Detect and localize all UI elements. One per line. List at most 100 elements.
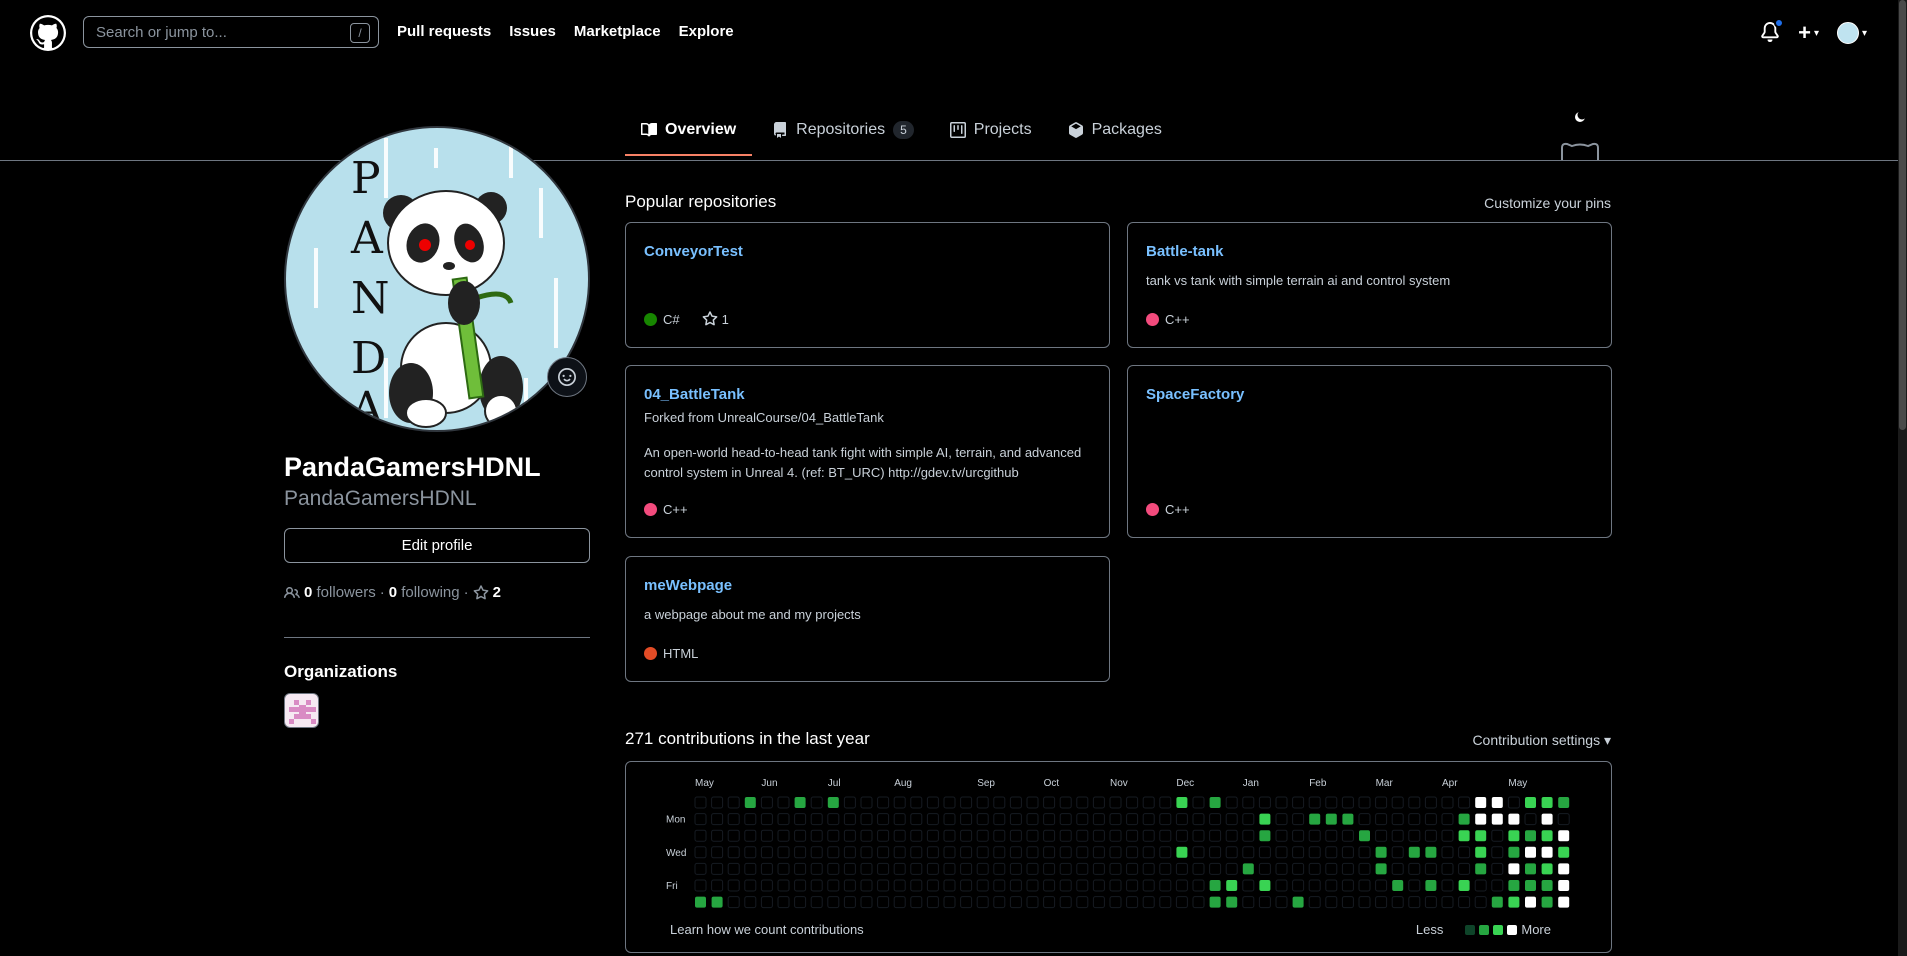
contribution-day[interactable] xyxy=(1043,796,1056,809)
contribution-day[interactable] xyxy=(1026,879,1039,892)
contribution-day[interactable] xyxy=(1043,896,1056,909)
contribution-day[interactable] xyxy=(976,862,989,875)
contribution-day[interactable] xyxy=(1275,862,1288,875)
nav-issues[interactable]: Issues xyxy=(509,23,556,40)
search-input[interactable]: Search or jump to... / xyxy=(83,16,379,48)
contribution-day[interactable] xyxy=(744,829,757,842)
contribution-day[interactable] xyxy=(1391,813,1404,826)
contribution-day[interactable] xyxy=(1109,896,1122,909)
contribution-day[interactable] xyxy=(976,813,989,826)
contribution-day[interactable] xyxy=(1424,862,1437,875)
contribution-day[interactable] xyxy=(827,896,840,909)
contribution-day[interactable] xyxy=(727,862,740,875)
contribution-day[interactable] xyxy=(1391,796,1404,809)
contribution-day[interactable] xyxy=(1424,813,1437,826)
contribution-day[interactable] xyxy=(1375,879,1388,892)
contribution-day[interactable] xyxy=(1441,846,1454,859)
contribution-day[interactable] xyxy=(827,879,840,892)
contribution-day[interactable] xyxy=(1258,796,1271,809)
contribution-day[interactable] xyxy=(1541,797,1553,808)
contribution-day[interactable] xyxy=(1475,813,1487,825)
contribution-day[interactable] xyxy=(1209,896,1221,908)
contribution-day[interactable] xyxy=(777,879,790,892)
contribution-day[interactable] xyxy=(827,813,840,826)
contribution-day[interactable] xyxy=(1458,813,1470,825)
contribution-day[interactable] xyxy=(1142,813,1155,826)
contribution-day[interactable] xyxy=(1341,896,1354,909)
notifications-bell-icon[interactable] xyxy=(1760,18,1785,45)
contribution-day[interactable] xyxy=(1558,797,1570,808)
contribution-settings-dropdown[interactable]: Contribution settings ▾ xyxy=(1472,732,1611,749)
contribution-day[interactable] xyxy=(1508,863,1520,875)
contribution-day[interactable] xyxy=(1009,846,1022,859)
contribution-day[interactable] xyxy=(993,813,1006,826)
contribution-day[interactable] xyxy=(976,896,989,909)
contribution-day[interactable] xyxy=(1508,846,1520,858)
contribution-day[interactable] xyxy=(860,796,873,809)
contribution-day[interactable] xyxy=(760,879,773,892)
contribution-day[interactable] xyxy=(1325,829,1338,842)
create-new-menu[interactable]: + ▾ xyxy=(1798,20,1819,46)
contribution-day[interactable] xyxy=(943,829,956,842)
contribution-day[interactable] xyxy=(694,796,707,809)
contribution-day[interactable] xyxy=(877,896,890,909)
contribution-day[interactable] xyxy=(1391,896,1404,909)
contribution-day[interactable] xyxy=(1358,896,1371,909)
contribution-day[interactable] xyxy=(1159,829,1172,842)
contribution-day[interactable] xyxy=(960,862,973,875)
contribution-day[interactable] xyxy=(1142,879,1155,892)
contribution-day[interactable] xyxy=(711,796,724,809)
contribution-day[interactable] xyxy=(1375,896,1388,909)
contribution-day[interactable] xyxy=(943,846,956,859)
contribution-day[interactable] xyxy=(1043,813,1056,826)
contribution-day[interactable] xyxy=(1209,862,1222,875)
repo-name-link[interactable]: 04_BattleTank xyxy=(644,386,745,403)
contribution-day[interactable] xyxy=(694,862,707,875)
contribution-day[interactable] xyxy=(1275,896,1288,909)
nav-pull-requests[interactable]: Pull requests xyxy=(397,23,491,40)
organization-avatar[interactable] xyxy=(284,693,319,728)
contribution-day[interactable] xyxy=(843,879,856,892)
contribution-day[interactable] xyxy=(1159,846,1172,859)
repo-name-link[interactable]: SpaceFactory xyxy=(1146,386,1244,403)
contribution-day[interactable] xyxy=(910,896,923,909)
contribution-day[interactable] xyxy=(1491,813,1503,825)
contribution-day[interactable] xyxy=(976,879,989,892)
contribution-day[interactable] xyxy=(1525,846,1536,858)
contribution-day[interactable] xyxy=(1341,846,1354,859)
contribution-day[interactable] xyxy=(1558,830,1570,842)
contribution-day[interactable] xyxy=(694,829,707,842)
contribution-day[interactable] xyxy=(1541,880,1553,891)
contribution-day[interactable] xyxy=(1525,830,1536,842)
contribution-day[interactable] xyxy=(1076,862,1089,875)
contribution-day[interactable] xyxy=(1558,846,1570,858)
contribution-day[interactable] xyxy=(926,796,939,809)
contribution-day[interactable] xyxy=(860,862,873,875)
contribution-day[interactable] xyxy=(744,862,757,875)
contribution-day[interactable] xyxy=(1308,879,1321,892)
contribution-day[interactable] xyxy=(893,846,906,859)
contribution-day[interactable] xyxy=(910,829,923,842)
contribution-day[interactable] xyxy=(910,796,923,809)
contribution-day[interactable] xyxy=(1458,896,1471,909)
contribution-day[interactable] xyxy=(810,896,823,909)
contribution-day[interactable] xyxy=(1292,862,1305,875)
contribution-day[interactable] xyxy=(1159,896,1172,909)
contribution-day[interactable] xyxy=(1541,863,1553,875)
contribution-day[interactable] xyxy=(1092,829,1105,842)
contribution-day[interactable] xyxy=(1325,896,1338,909)
contribution-day[interactable] xyxy=(1558,863,1570,875)
contribution-day[interactable] xyxy=(1358,879,1371,892)
contribution-day[interactable] xyxy=(727,879,740,892)
user-menu[interactable]: ▾ xyxy=(1836,22,1867,44)
contribution-day[interactable] xyxy=(1325,862,1338,875)
contribution-day[interactable] xyxy=(1425,880,1437,891)
contribution-day[interactable] xyxy=(711,813,724,826)
contribution-day[interactable] xyxy=(843,846,856,859)
contribution-day[interactable] xyxy=(794,813,807,826)
contribution-day[interactable] xyxy=(1375,829,1388,842)
contribution-day[interactable] xyxy=(727,846,740,859)
contribution-day[interactable] xyxy=(777,796,790,809)
contribution-day[interactable] xyxy=(1192,896,1205,909)
tab-repositories[interactable]: Repositories 5 xyxy=(756,113,930,155)
